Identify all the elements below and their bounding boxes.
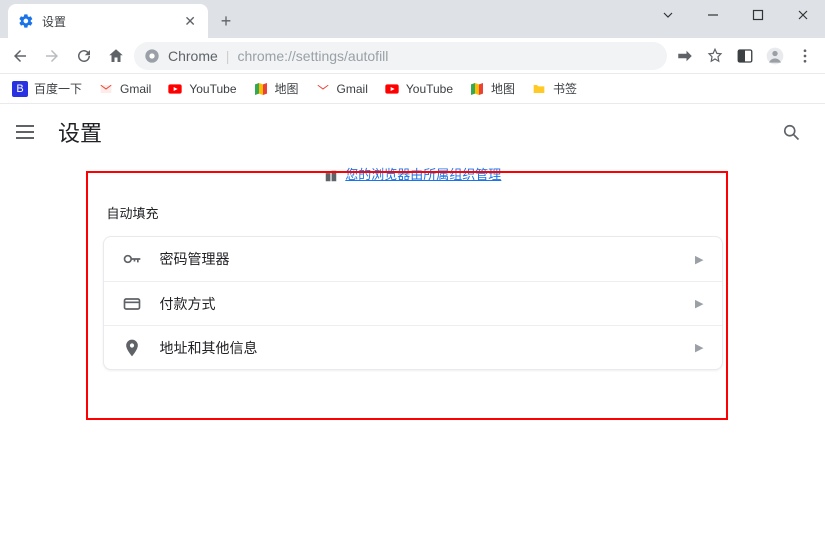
row-label: 地址和其他信息 (160, 338, 678, 358)
home-button[interactable] (102, 42, 130, 70)
reload-button[interactable] (70, 42, 98, 70)
share-button[interactable] (671, 42, 699, 70)
key-icon (122, 249, 142, 269)
side-panel-button[interactable] (731, 42, 759, 70)
bookmark-item[interactable]: YouTube (161, 77, 242, 101)
bookmark-item[interactable]: Gmail (309, 77, 374, 101)
gmail-icon (315, 81, 331, 97)
browser-tab-settings[interactable]: 设置 ✕ (8, 4, 208, 38)
new-tab-button[interactable]: + (212, 7, 240, 35)
window-minimize-button[interactable] (691, 0, 735, 30)
autofill-section: 自动填充 密码管理器 ▶ 付款方式 ▶ 地址和其他信息 (103, 203, 723, 370)
bookmark-label: 地图 (491, 80, 515, 97)
window-titlebar: 设置 ✕ + (0, 0, 825, 38)
gear-icon (18, 13, 34, 29)
navigation-toolbar: Chrome | chrome://settings/autofill (0, 38, 825, 74)
chrome-logo-icon (144, 48, 160, 64)
bookmark-item[interactable]: 地图 (463, 76, 521, 101)
maps-icon (253, 81, 269, 97)
window-dropdown-button[interactable] (646, 0, 690, 30)
settings-content: 您的浏览器由所属组织管理 自动填充 密码管理器 ▶ 付款方式 ▶ (0, 164, 825, 370)
folder-icon (531, 81, 547, 97)
bookmark-label: YouTube (406, 82, 453, 96)
youtube-icon (384, 81, 400, 97)
bookmarks-bar: B 百度一下 Gmail YouTube 地图 Gmail YouTube 地图… (0, 74, 825, 104)
youtube-icon (167, 81, 183, 97)
tab-close-button[interactable]: ✕ (182, 13, 198, 30)
location-pin-icon (122, 338, 142, 358)
bookmark-item[interactable]: YouTube (378, 77, 459, 101)
back-button[interactable] (6, 42, 34, 70)
gmail-icon (98, 81, 114, 97)
section-title: 自动填充 (107, 203, 723, 222)
bookmark-label: 地图 (275, 80, 299, 97)
autofill-card: 密码管理器 ▶ 付款方式 ▶ 地址和其他信息 ▶ (103, 236, 723, 370)
window-controls (646, 0, 825, 30)
bookmark-item[interactable]: B 百度一下 (6, 76, 88, 101)
building-icon (324, 169, 338, 183)
forward-button[interactable] (38, 42, 66, 70)
address-bar[interactable]: Chrome | chrome://settings/autofill (134, 42, 667, 70)
row-payment-methods[interactable]: 付款方式 ▶ (104, 281, 722, 325)
page-title: 设置 (58, 116, 102, 148)
tab-title: 设置 (42, 13, 66, 30)
profile-avatar-button[interactable] (761, 42, 789, 70)
settings-header: 设置 (0, 104, 825, 160)
window-close-button[interactable] (781, 0, 825, 30)
bookmark-label: 百度一下 (34, 80, 82, 97)
credit-card-icon (122, 294, 142, 314)
bookmark-label: YouTube (189, 82, 236, 96)
bookmark-label: 书签 (553, 80, 577, 97)
bookmark-item[interactable]: 地图 (247, 76, 305, 101)
bookmark-item[interactable]: Gmail (92, 77, 157, 101)
bookmark-label: Gmail (120, 82, 151, 96)
bookmark-label: Gmail (337, 82, 368, 96)
row-label: 密码管理器 (160, 249, 678, 269)
bookmark-star-button[interactable] (701, 42, 729, 70)
url-separator: | (226, 48, 230, 64)
chevron-right-icon: ▶ (695, 297, 703, 310)
search-button[interactable] (773, 114, 809, 150)
row-label: 付款方式 (160, 294, 678, 314)
maps-icon (469, 81, 485, 97)
kebab-menu-button[interactable] (791, 42, 819, 70)
row-password-manager[interactable]: 密码管理器 ▶ (104, 237, 722, 281)
bookmark-item[interactable]: 书签 (525, 76, 583, 101)
toolbar-right-icons (671, 42, 819, 70)
chevron-right-icon: ▶ (695, 253, 703, 266)
tab-strip: 设置 ✕ + (0, 0, 646, 38)
url-path: chrome://settings/autofill (237, 48, 657, 64)
managed-notice-link[interactable]: 您的浏览器由所属组织管理 (345, 167, 501, 182)
url-scheme-label: Chrome (168, 48, 218, 64)
managed-notice: 您的浏览器由所属组织管理 (0, 164, 825, 183)
baidu-icon: B (12, 81, 28, 97)
menu-button[interactable] (16, 120, 40, 144)
window-maximize-button[interactable] (736, 0, 780, 30)
chevron-right-icon: ▶ (695, 341, 703, 354)
row-addresses[interactable]: 地址和其他信息 ▶ (104, 325, 722, 369)
